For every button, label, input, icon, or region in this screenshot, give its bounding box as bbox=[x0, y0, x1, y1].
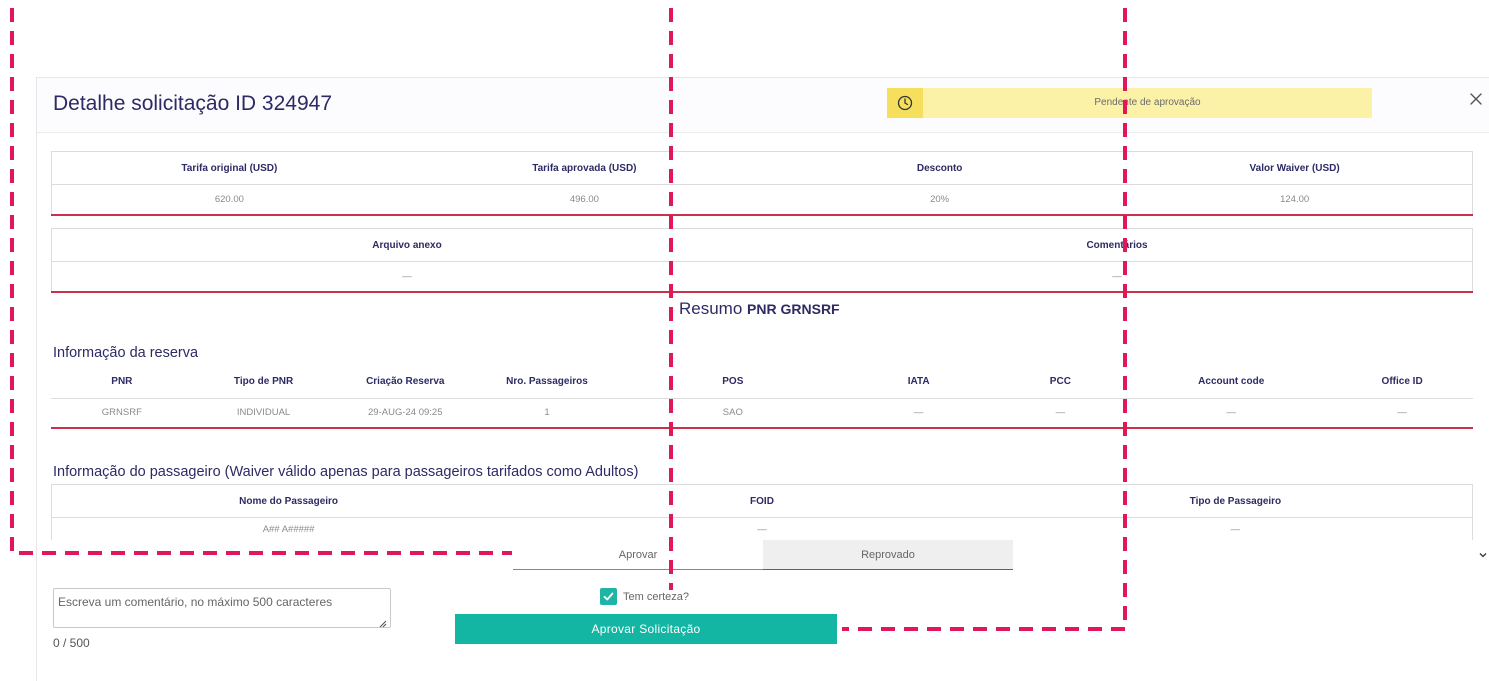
passenger-table: Nome do Passageiro FOID Tipo de Passagei… bbox=[51, 484, 1473, 542]
column-header: IATA bbox=[847, 365, 990, 399]
column-header: Criação Reserva bbox=[334, 365, 477, 399]
table-cell: INDIVIDUAL bbox=[236, 407, 291, 419]
column-header: Tarifa original (USD) bbox=[181, 162, 278, 174]
table-row: 620.00 496.00 20% 124.00 bbox=[51, 184, 1473, 215]
summary-pnr: PNR GRNSRF bbox=[747, 301, 840, 317]
request-detail-modal: Detalhe solicitação ID 324947 Pendente d… bbox=[36, 77, 1489, 681]
table-cell: 124.00 bbox=[1117, 184, 1473, 215]
table-cell: — bbox=[998, 517, 1473, 542]
table-cell: — bbox=[525, 517, 999, 542]
summary-label: Resumo bbox=[679, 299, 743, 318]
column-header: Tarifa aprovada (USD) bbox=[532, 162, 637, 174]
column-header: Tipo de PNR bbox=[192, 365, 335, 399]
close-icon[interactable] bbox=[1467, 90, 1485, 108]
attachment-table: Arquivo anexo Comentários — — bbox=[51, 228, 1473, 293]
character-counter: 0 / 500 bbox=[53, 636, 90, 650]
table-cell: SAO bbox=[722, 407, 743, 419]
clock-icon bbox=[887, 88, 923, 118]
reservation-section-title: Informação da reserva bbox=[53, 345, 199, 361]
column-header: Valor Waiver (USD) bbox=[1249, 162, 1340, 174]
comment-input[interactable] bbox=[53, 588, 391, 628]
table-header-row: PNR Tipo de PNR Criação Reserva Nro. Pas… bbox=[51, 365, 1473, 399]
modal-header: Detalhe solicitação ID 324947 Pendente d… bbox=[37, 78, 1489, 133]
table-row: — — bbox=[51, 261, 1473, 292]
summary-heading: Resumo PNR GRNSRF bbox=[679, 299, 840, 319]
status-text: Pendente de aprovação bbox=[1094, 97, 1201, 108]
column-header: Account code bbox=[1131, 365, 1332, 399]
checkbox-checked-icon[interactable] bbox=[600, 588, 617, 605]
chevron-down-icon[interactable] bbox=[1477, 548, 1489, 560]
table-cell: — bbox=[762, 261, 1473, 292]
table-header-row: Tarifa original (USD) Tarifa aprovada (U… bbox=[52, 152, 1473, 185]
tab-reject[interactable]: Reprovado bbox=[763, 540, 1013, 570]
column-header: Comentários bbox=[1086, 239, 1148, 251]
confirm-checkbox[interactable]: Tem certeza? bbox=[600, 588, 689, 605]
table-cell: A## A##### bbox=[51, 517, 526, 542]
status-badge: Pendente de aprovação bbox=[887, 88, 1372, 118]
table-cell: 620.00 bbox=[51, 184, 407, 215]
tab-approve[interactable]: Aprovar bbox=[513, 540, 763, 570]
resize-handle-icon[interactable] bbox=[377, 615, 387, 628]
column-header: PNR bbox=[51, 365, 193, 399]
column-header: PCC bbox=[989, 365, 1132, 399]
column-header: Arquivo anexo bbox=[372, 239, 442, 251]
column-header: Desconto bbox=[916, 162, 963, 174]
table-cell: 20% bbox=[762, 184, 1118, 215]
column-header: FOID bbox=[750, 495, 774, 507]
page-title: Detalhe solicitação ID 324947 bbox=[53, 92, 333, 115]
table-cell: GRNSRF bbox=[101, 407, 142, 419]
column-header: POS bbox=[617, 365, 848, 399]
table-cell: — bbox=[51, 261, 762, 292]
table-cell: — bbox=[1055, 407, 1066, 419]
confirm-label: Tem certeza? bbox=[623, 590, 690, 603]
table-cell: — bbox=[913, 407, 924, 419]
table-cell: — bbox=[1397, 407, 1407, 419]
table-cell: 29-AUG-24 09:25 bbox=[368, 407, 443, 419]
column-header: Tipo de Passageiro bbox=[1189, 495, 1282, 507]
column-header: Nome do Passageiro bbox=[239, 495, 339, 507]
table-row: GRNSRF INDIVIDUAL 29-AUG-24 09:25 1 SAO … bbox=[51, 398, 1473, 428]
table-cell: 1 bbox=[544, 407, 550, 419]
table-header-row: Nome do Passageiro FOID Tipo de Passagei… bbox=[52, 485, 1473, 518]
passenger-section-title: Informação do passageiro (Waiver válido … bbox=[53, 464, 639, 480]
column-header: Nro. Passageiros bbox=[476, 365, 618, 399]
tariff-table: Tarifa original (USD) Tarifa aprovada (U… bbox=[51, 151, 1473, 216]
approve-request-button[interactable]: Aprovar Solicitação bbox=[455, 614, 837, 644]
table-row: A## A##### — — bbox=[51, 517, 1473, 542]
table-header-row: Arquivo anexo Comentários bbox=[52, 229, 1473, 262]
table-cell: — bbox=[1226, 407, 1236, 419]
reservation-table: PNR Tipo de PNR Criação Reserva Nro. Pas… bbox=[51, 365, 1473, 429]
column-header: Office ID bbox=[1331, 365, 1473, 399]
decision-tabs: Aprovar Reprovado bbox=[37, 540, 1489, 574]
table-cell: 496.00 bbox=[406, 184, 762, 215]
